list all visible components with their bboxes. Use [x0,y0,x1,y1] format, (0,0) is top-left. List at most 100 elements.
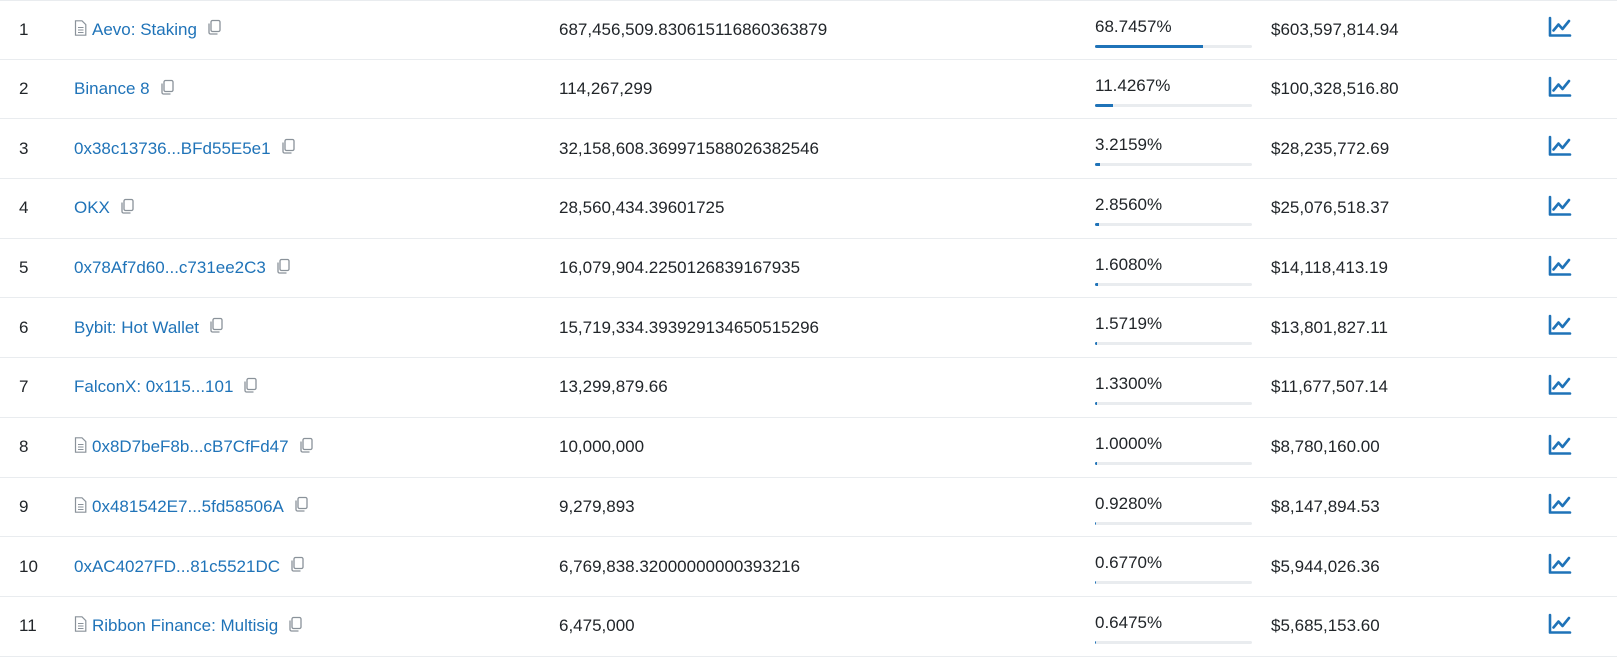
usd-value: $11,677,507.14 [1271,377,1388,397]
percentage-progress-fill [1095,103,1113,107]
copy-icon[interactable] [150,78,176,101]
percentage-progress-bar [1095,461,1252,465]
quantity-cell: 10,000,000 [559,418,644,477]
percentage-value: 1.3300% [1095,374,1163,394]
copy-icon[interactable] [280,555,306,578]
analytics-cell [1548,119,1572,178]
usd-value: $603,597,814.94 [1271,19,1399,39]
analytics-chart-icon[interactable] [1548,16,1572,43]
holder-address-link[interactable]: 0x8D7beF8b...cB7CfFd47 [92,437,289,457]
address-cell: 0x78Af7d60...c731ee2C3 [74,239,292,298]
percentage-progress-bar [1095,402,1252,406]
holder-address-link[interactable]: Binance 8 [74,79,150,99]
percentage-progress-fill [1095,163,1101,167]
analytics-chart-icon[interactable] [1548,255,1572,282]
quantity-cell: 6,475,000 [559,597,635,656]
holder-address-link[interactable]: 0xAC4027FD...81c5521DC [74,557,280,577]
rank-number: 10 [19,556,38,576]
quantity-value: 16,079,904.2250126839167935 [559,258,801,278]
holder-address-link[interactable]: 0x78Af7d60...c731ee2C3 [74,258,266,278]
holder-address-link[interactable]: FalconX: 0x115...101 [74,377,233,397]
value-cell: $11,677,507.14 [1271,358,1388,417]
contract-file-icon [74,615,92,637]
rank-cell: 10 [19,537,38,596]
analytics-chart-icon[interactable] [1548,76,1572,103]
quantity-value: 28,560,434.39601725 [559,198,725,218]
percentage-progress-fill [1095,640,1097,644]
percentage-value: 3.2159% [1095,135,1163,155]
quantity-value: 15,719,334.393929134650515296 [559,317,819,337]
copy-icon[interactable] [289,436,315,459]
rank-cell: 4 [19,179,28,238]
analytics-chart-icon[interactable] [1548,195,1572,222]
percentage-cell: 0.9280% [1095,478,1252,537]
rank-cell: 3 [19,119,28,178]
holder-address-link[interactable]: Ribbon Finance: Multisig [92,616,278,636]
quantity-cell: 13,299,879.66 [559,358,668,417]
analytics-chart-icon[interactable] [1548,493,1572,520]
rank-cell: 2 [19,60,28,119]
copy-icon[interactable] [284,495,310,518]
percentage-value: 11.4267% [1095,75,1171,95]
copy-icon[interactable] [278,615,304,638]
percentage-progress-fill [1095,223,1100,227]
analytics-chart-icon[interactable] [1548,314,1572,341]
quantity-cell: 114,267,299 [559,60,652,119]
value-cell: $28,235,772.69 [1271,119,1389,178]
percentage-progress-bar [1095,521,1252,525]
analytics-chart-icon[interactable] [1548,434,1572,461]
copy-icon[interactable] [199,316,225,339]
holder-address-link[interactable]: 0x38c13736...BFd55E5e1 [74,139,271,159]
rank-cell: 7 [19,358,28,417]
rank-number: 3 [19,138,29,158]
quantity-cell: 9,279,893 [559,478,635,537]
analytics-cell [1548,1,1572,59]
quantity-cell: 28,560,434.39601725 [559,179,724,238]
table-row: 8 0x8D7beF8b...cB7CfFd47 10,000,000 1.00… [0,418,1617,478]
rank-number: 2 [19,79,29,99]
percentage-cell: 11.4267% [1095,60,1252,119]
address-cell: 0x481542E7...5fd58506A [74,478,310,537]
address-cell: OKX [74,179,136,238]
token-holders-table: 1 Aevo: Staking 687,456,509.830615116860… [0,0,1617,657]
contract-file-icon [74,496,92,518]
copy-icon[interactable] [197,18,223,41]
quantity-value: 6,475,000 [559,616,635,636]
percentage-progress-fill [1095,282,1098,286]
analytics-chart-icon[interactable] [1548,553,1572,580]
holder-address-link[interactable]: 0x481542E7...5fd58506A [92,497,284,517]
table-row: 1 Aevo: Staking 687,456,509.830615116860… [0,0,1617,60]
holder-address-link[interactable]: OKX [74,198,110,218]
copy-icon[interactable] [271,137,297,160]
percentage-progress-fill [1095,581,1097,585]
percentage-value: 68.7457% [1095,17,1172,36]
percentage-progress-fill [1095,461,1097,465]
table-row: 10 0xAC4027FD...81c5521DC 6,769,838.3200… [0,537,1617,597]
percentage-progress-fill [1095,342,1098,346]
quantity-value: 10,000,000 [559,437,645,457]
copy-icon[interactable] [266,257,292,280]
contract-file-icon [74,19,92,41]
rank-cell: 11 [19,597,37,656]
analytics-cell [1548,537,1572,596]
analytics-chart-icon[interactable] [1548,374,1572,401]
percentage-value: 2.8560% [1095,195,1163,215]
copy-icon[interactable] [233,376,259,399]
table-row: 6 Bybit: Hot Wallet 15,719,334.393929134… [0,298,1617,359]
percentage-value: 0.6475% [1095,612,1163,632]
analytics-chart-icon[interactable] [1548,135,1572,162]
rank-number: 7 [19,377,29,397]
holder-address-link[interactable]: Bybit: Hot Wallet [74,318,199,338]
analytics-cell [1548,358,1572,417]
analytics-cell [1548,298,1572,357]
analytics-chart-icon[interactable] [1548,613,1572,640]
quantity-cell: 16,079,904.2250126839167935 [559,239,800,298]
analytics-cell [1548,418,1572,477]
percentage-value: 1.0000% [1095,433,1163,453]
copy-icon[interactable] [110,197,136,220]
quantity-cell: 32,158,608.369971588026382546 [559,119,819,178]
holder-address-link[interactable]: Aevo: Staking [92,20,197,40]
address-cell: 0xAC4027FD...81c5521DC [74,537,306,596]
value-cell: $5,944,026.36 [1271,537,1380,596]
rank-cell: 8 [19,418,28,477]
